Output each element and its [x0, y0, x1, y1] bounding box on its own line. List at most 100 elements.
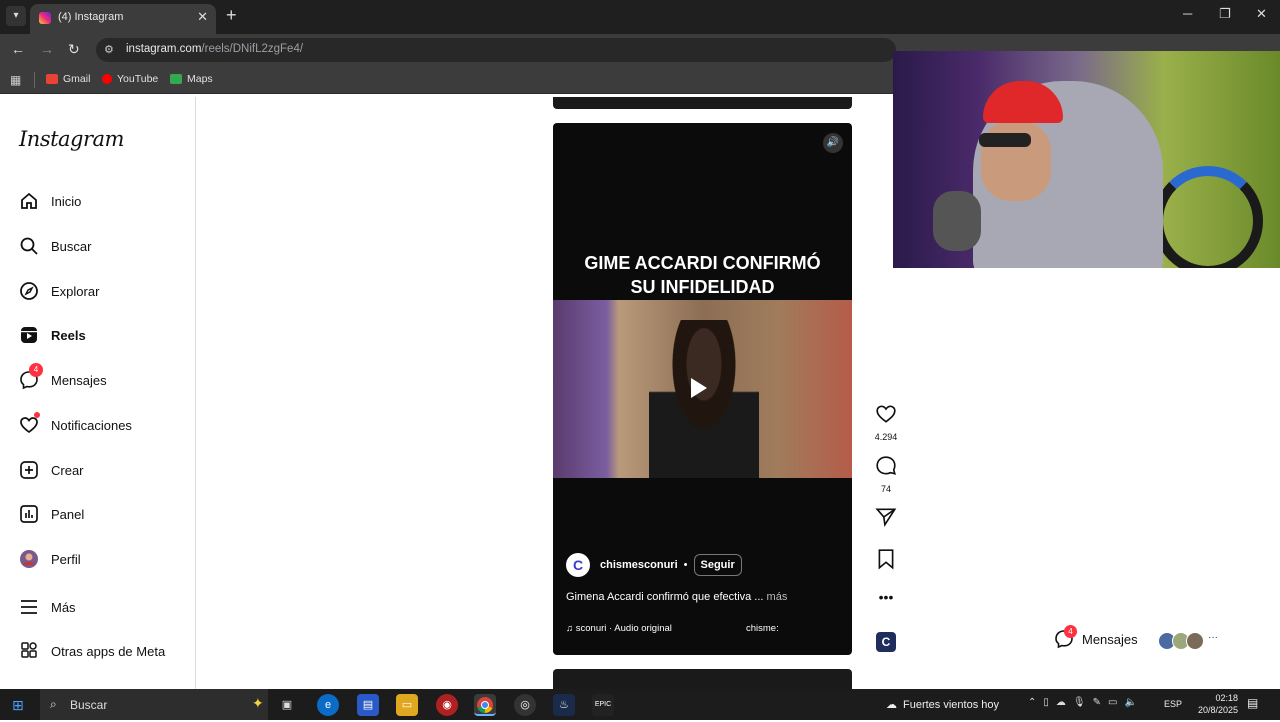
steam-icon[interactable]: ♨ [553, 694, 575, 716]
sidebar-item-inicio[interactable]: Inicio [18, 188, 81, 214]
url-input[interactable]: ⚙ instagram.com/reels/DNifL2zgFe4/ [96, 38, 896, 62]
obs-icon[interactable]: ◎ [514, 694, 536, 716]
audio-source-avatar[interactable]: C [876, 632, 896, 652]
taskbar-weather[interactable]: ☁ Fuertes vientos hoy [886, 698, 999, 712]
reel-video-frame[interactable] [553, 300, 852, 478]
taskbar-search-placeholder: Buscar [70, 698, 108, 712]
system-tray[interactable]: ⌃ ▯ ☁ 🎙 ✎ ▭ 🔈 [1028, 697, 1137, 708]
sidebar-item-label: Mensajes [51, 372, 107, 388]
webcam-overlay [893, 51, 1280, 268]
sidebar-item-panel[interactable]: Panel [18, 501, 84, 527]
browser-tab-instagram[interactable]: (4) Instagram ✕ [30, 4, 216, 34]
reel-title-line: SU INFIDELIDAD [630, 277, 775, 297]
recent-contacts[interactable]: ··· [1158, 632, 1218, 650]
chrome-icon[interactable] [474, 694, 496, 716]
messenger-icon: 4 [18, 363, 43, 391]
new-tab-button[interactable]: + [226, 5, 237, 26]
instagram-logo[interactable]: Instagram [19, 127, 124, 151]
sidebar-item-label: Buscar [51, 238, 92, 254]
store-icon[interactable]: ▤ [357, 694, 379, 716]
share-action[interactable] [872, 506, 900, 533]
messages-floating-button[interactable]: 4 Mensajes [1054, 625, 1138, 649]
back-button[interactable]: ← [11, 41, 25, 57]
edge-icon[interactable]: e [317, 694, 339, 716]
minimize-button[interactable]: ─ [1183, 6, 1192, 21]
task-view-icon[interactable]: ▣ [276, 694, 298, 716]
bookmark-maps[interactable]: Maps [170, 73, 213, 85]
messages-pill-badge: 4 [1064, 625, 1077, 638]
author-avatar[interactable]: C [566, 553, 590, 577]
language-indicator[interactable]: ESP [1164, 699, 1182, 709]
epic-games-icon[interactable]: EPIC [592, 694, 614, 716]
like-action[interactable]: 4.294 [872, 403, 900, 442]
reel-author: C chismesconuri • Seguir [566, 553, 742, 577]
contact-avatar [1186, 632, 1204, 650]
bookmark-icon[interactable] [875, 548, 897, 570]
tab-close-icon[interactable]: ✕ [197, 9, 208, 25]
comment-action[interactable]: 74 [872, 455, 900, 494]
sidebar-item-mas[interactable]: Más [18, 594, 76, 620]
tray-chevron-icon[interactable]: ⌃ [1028, 697, 1036, 708]
tab-search-button[interactable]: ▾ [6, 6, 26, 26]
tray-app-icon[interactable]: ✎ [1093, 697, 1101, 708]
sidebar-item-label: Más [51, 599, 76, 615]
caption-more-link[interactable]: más [767, 591, 788, 603]
taskbar-clock[interactable]: 02:18 20/8/2025 [1198, 692, 1238, 716]
notifications-icon[interactable]: ▤ [1247, 696, 1258, 710]
file-explorer-icon[interactable]: ▭ [396, 694, 418, 716]
search-icon [18, 235, 40, 257]
save-action[interactable] [872, 548, 900, 575]
apps-grid-icon[interactable]: ▦ [10, 73, 21, 87]
bookmark-gmail[interactable]: Gmail [46, 73, 90, 85]
site-settings-icon[interactable]: ⚙ [104, 43, 114, 56]
more-options-icon[interactable]: ••• [872, 589, 900, 605]
comment-count: 74 [880, 484, 891, 494]
sidebar-item-explorar[interactable]: Explorar [18, 278, 99, 304]
send-icon[interactable] [875, 506, 897, 528]
like-heart-icon[interactable] [875, 403, 897, 425]
bookmark-youtube[interactable]: YouTube [102, 73, 158, 85]
forward-button[interactable]: → [40, 41, 54, 57]
sidebar-item-crear[interactable]: Crear [18, 457, 84, 483]
url-path: /reels/DNifL2zgFe4/ [201, 43, 304, 55]
volume-icon[interactable]: 🔊 [823, 133, 843, 153]
sidebar-item-perfil[interactable]: Perfil [18, 546, 81, 572]
reload-button[interactable]: ↻ [68, 41, 80, 58]
audio-tag: chisme: [746, 623, 779, 634]
reel-caption[interactable]: Gimena Accardi confirmó que efectiva ...… [566, 591, 787, 603]
comment-icon[interactable] [875, 455, 897, 477]
url-host: instagram.com [126, 43, 202, 55]
taskbar-search[interactable]: ⌕ Buscar ✦ [40, 689, 268, 720]
sidebar-item-mensajes[interactable]: 4 Mensajes [18, 363, 107, 393]
messenger-icon: 4 [1054, 625, 1077, 649]
plus-square-icon [18, 459, 40, 481]
volume-icon[interactable]: 🔈 [1124, 697, 1136, 708]
sidebar-item-label: Notificaciones [51, 417, 132, 433]
windows-start-icon[interactable]: ⊞ [12, 697, 24, 714]
browser-tab-bar: ▾ (4) Instagram ✕ + ─ ❐ ✕ [0, 0, 1280, 34]
clock-time: 02:18 [1215, 693, 1239, 703]
sidebar-item-reels[interactable]: Reels [18, 322, 86, 348]
sidebar-item-otras-apps[interactable]: Otras apps de Meta [18, 638, 165, 664]
sidebar-item-notificaciones[interactable]: Notificaciones [18, 412, 132, 438]
follow-button[interactable]: Seguir [693, 554, 742, 576]
sidebar-item-buscar[interactable]: Buscar [18, 233, 91, 259]
messages-pill-label: Mensajes [1082, 631, 1138, 647]
author-username[interactable]: chismesconuri [600, 559, 678, 571]
weather-text: Fuertes vientos hoy [903, 698, 999, 711]
mic-icon[interactable]: 🎙 [1073, 697, 1086, 708]
sidebar-item-label: Crear [51, 462, 84, 478]
network-icon[interactable]: ▭ [1108, 697, 1117, 708]
sidebar-item-label: Explorar [51, 283, 100, 299]
previous-reel[interactable] [553, 97, 852, 109]
play-icon[interactable] [691, 378, 707, 398]
close-window-button[interactable]: ✕ [1256, 6, 1267, 22]
webcam-glasses [979, 133, 1031, 147]
hamburger-icon [18, 596, 40, 618]
maximize-button[interactable]: ❐ [1219, 6, 1231, 22]
app-icon[interactable]: ◉ [436, 694, 458, 716]
reel-video-card[interactable]: 🔊 GIME ACCARDI CONFIRMÓ SU INFIDELIDAD C… [553, 123, 852, 655]
tray-app-icon[interactable]: ▯ [1043, 697, 1049, 708]
onedrive-icon[interactable]: ☁ [1056, 697, 1066, 708]
clock-date: 20/8/2025 [1198, 705, 1239, 715]
